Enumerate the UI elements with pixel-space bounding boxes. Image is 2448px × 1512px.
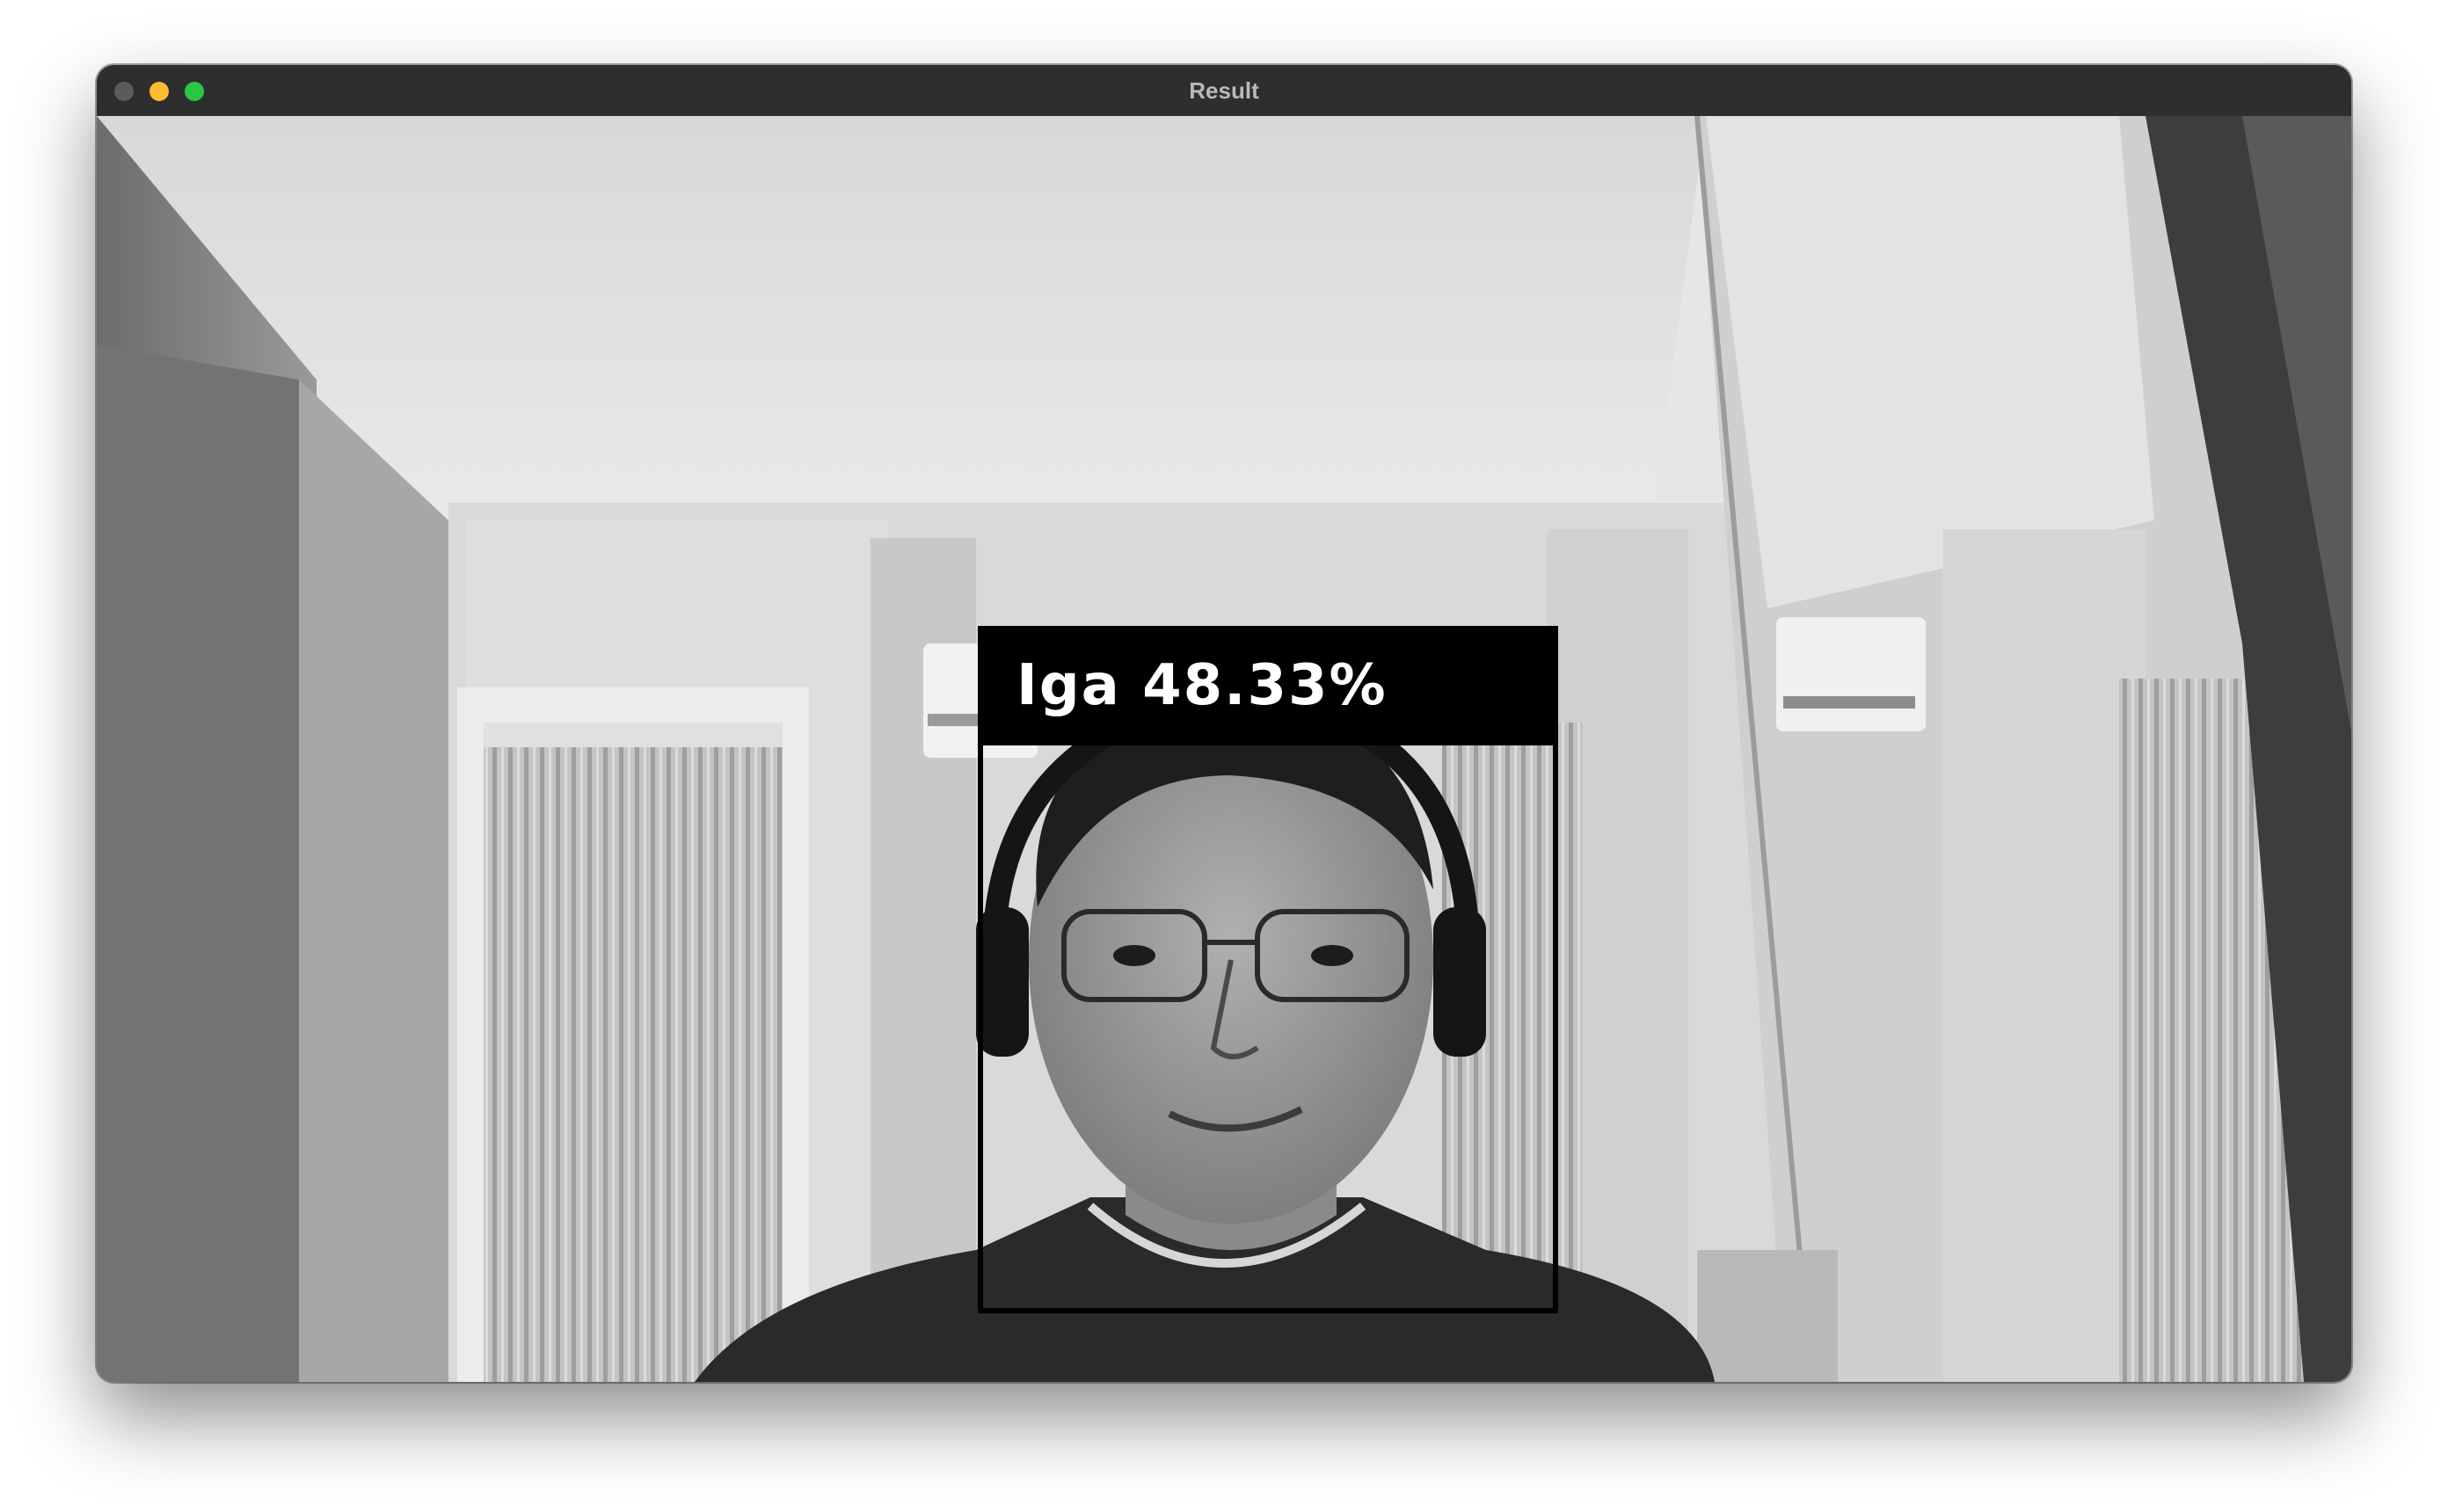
camera-frame: Iga 48.33% [97, 116, 2351, 1382]
result-window: Result Iga 48.33% [97, 65, 2351, 1382]
detection-label-background: Iga 48.33% [978, 626, 1558, 745]
face-detection-box [978, 745, 1558, 1313]
window-title: Result [1189, 77, 1259, 104]
detection-label: Iga 48.33% [1016, 653, 1388, 718]
title-bar[interactable]: Result [97, 65, 2351, 117]
